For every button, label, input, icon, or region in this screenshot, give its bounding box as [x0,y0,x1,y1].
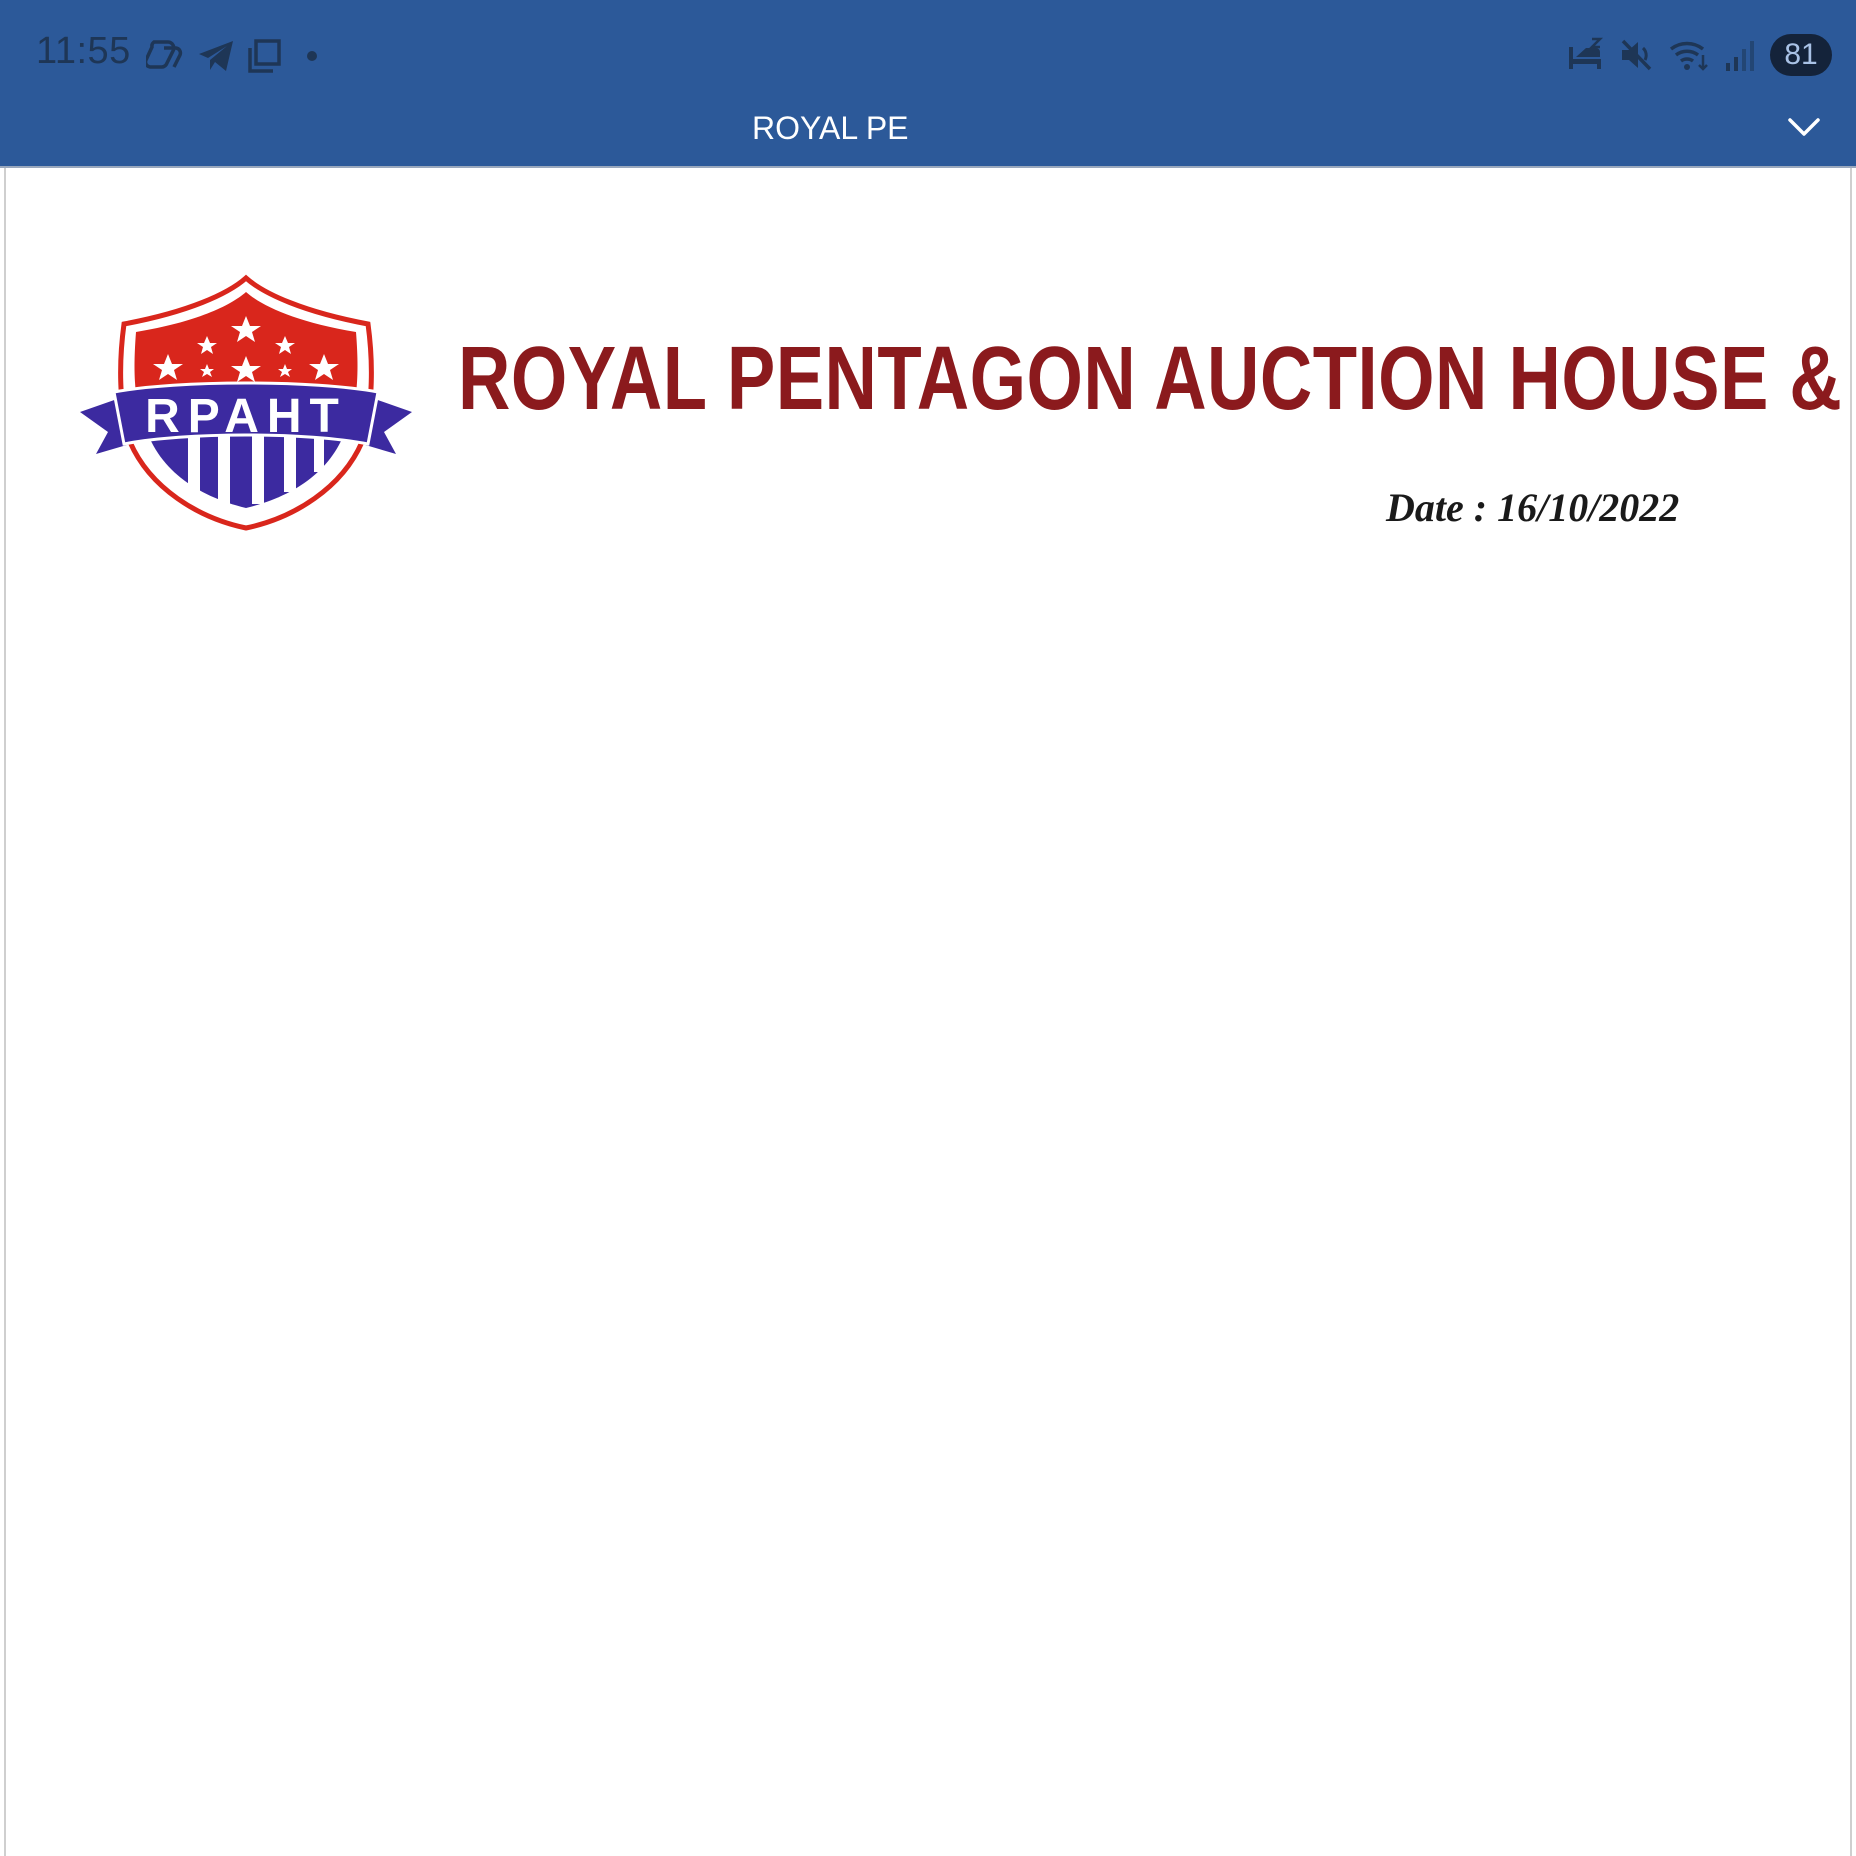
status-time: 11:55 [36,30,131,72]
mute-icon [1621,39,1652,71]
logo-monogram: RPAHT [145,390,347,443]
document-page: RPAHT ROYAL PENTAGON AUCTION HOUSE & TRA… [4,168,1856,1856]
wifi-icon [1669,41,1708,71]
signal-icon [1726,41,1754,71]
document-date: Date : 16/10/2022 [1386,485,1680,530]
status-right-icons: 81 [1566,32,1832,78]
battery-icon: 81 [1770,34,1832,76]
copilot-icon [146,40,183,69]
company-logo: RPAHT [80,274,412,531]
app-window: 11:55 81 ROYAL PE RPAHT ROYAL PENTAGON A… [0,0,1856,1856]
top-bar: 11:55 81 ROYAL PE [0,0,1856,168]
document-title[interactable]: ROYAL PENTAGON AUCTION HOUSE & TRADE [752,108,910,148]
chevron-down-icon[interactable] [1786,112,1822,142]
battery-level: 81 [1784,38,1818,71]
dot-icon [307,51,317,61]
status-left-icons [146,36,322,76]
window-icon [248,39,281,73]
company-name-heading: ROYAL PENTAGON AUCTION HOUSE & TRADE [458,327,1856,429]
telegram-icon [199,41,233,71]
sleep-mode-icon [1569,37,1604,69]
